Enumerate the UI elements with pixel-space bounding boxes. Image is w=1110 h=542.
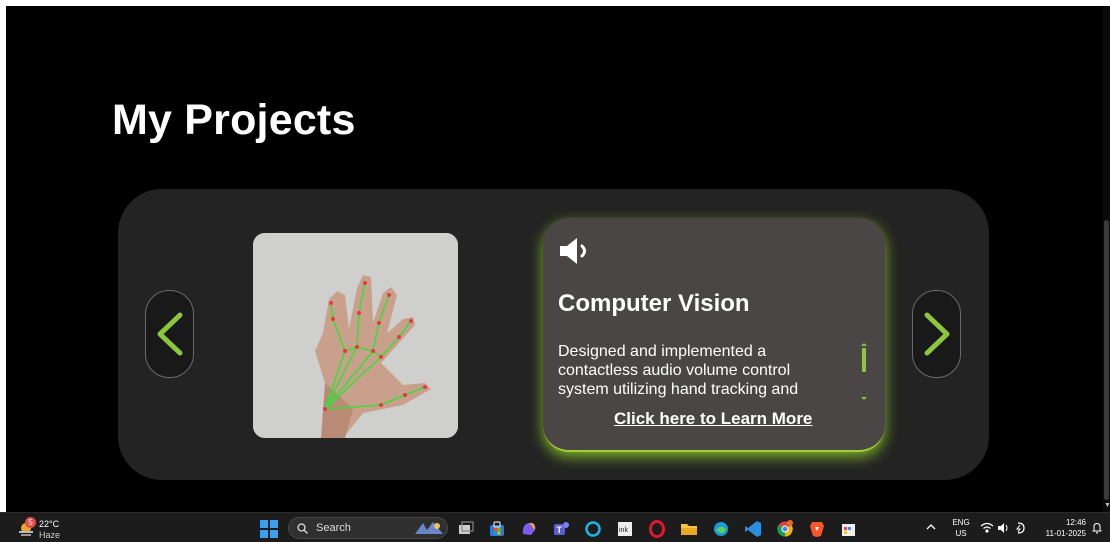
wifi-icon: [980, 522, 994, 533]
task-view-icon[interactable]: [457, 520, 475, 538]
card-scrollbar[interactable]: [861, 343, 867, 401]
learn-more-link[interactable]: Click here to Learn More: [614, 409, 812, 429]
taskbar-clock[interactable]: 12:46 11-01-2025: [1036, 517, 1086, 539]
weather-badge: 5: [25, 517, 36, 528]
window-left-edge: [0, 0, 6, 512]
scroll-down-arrow-icon[interactable]: ▼: [1104, 502, 1110, 509]
carousel-prev-button[interactable]: [145, 290, 194, 378]
weather-widget[interactable]: 5 22°C Haze: [16, 517, 76, 541]
hand-tracking-photo: [253, 233, 458, 438]
window-top-edge: [0, 0, 1110, 6]
carousel-next-button[interactable]: [912, 290, 961, 378]
chrome-icon[interactable]: [776, 520, 794, 538]
windows-taskbar: 5 22°C Haze Search T ink ENG US 12:46 11…: [0, 512, 1110, 542]
page-scrollbar-thumb[interactable]: [1104, 220, 1109, 500]
language-indicator[interactable]: ENG US: [950, 517, 972, 539]
page-title: My Projects: [112, 96, 356, 144]
volume-icon: [998, 523, 1008, 533]
battery-charging-icon: [1016, 522, 1025, 534]
copilot-icon[interactable]: [520, 520, 538, 538]
project-card: Computer Vision Designed and implemented…: [543, 218, 885, 452]
project-image-hand: [253, 233, 458, 438]
show-hidden-icons-chevron-icon[interactable]: [925, 521, 937, 533]
svg-text:ink: ink: [619, 527, 628, 534]
project-card-title: Computer Vision: [558, 290, 750, 317]
projects-carousel: Computer Vision Designed and implemented…: [118, 189, 989, 480]
edge-icon[interactable]: [712, 520, 730, 538]
teams-icon[interactable]: T: [552, 520, 570, 538]
search-placeholder: Search: [316, 522, 351, 534]
project-card-description: Designed and implemented a contactless a…: [558, 343, 799, 398]
vscode-icon[interactable]: [744, 520, 762, 538]
windows-start-button[interactable]: [260, 520, 278, 538]
search-icon: [297, 523, 308, 534]
language-region: US: [955, 529, 967, 538]
notification-bell-icon[interactable]: [1091, 522, 1103, 534]
file-explorer-icon[interactable]: [680, 520, 698, 538]
weather-condition: Haze: [39, 530, 61, 540]
paint-icon[interactable]: [840, 520, 858, 538]
chevron-left-icon: [157, 312, 182, 356]
cortana-icon[interactable]: [584, 520, 602, 538]
search-highlight-icon: [415, 522, 443, 534]
brave-icon[interactable]: [808, 520, 826, 538]
speaker-icon: [560, 238, 586, 264]
taskbar-search-box[interactable]: Search: [288, 517, 448, 539]
svg-text:T: T: [557, 525, 563, 535]
opera-icon[interactable]: [648, 520, 666, 538]
store-icon[interactable]: [488, 520, 506, 538]
weather-temperature: 22°C: [39, 519, 60, 529]
clock-date: 11-01-2025: [1045, 529, 1086, 538]
system-tray-icons[interactable]: [980, 521, 1032, 535]
clock-time: 12:46: [1065, 518, 1086, 527]
language-code: ENG: [952, 518, 970, 527]
ink-icon[interactable]: ink: [616, 520, 634, 538]
chevron-right-icon: [924, 312, 949, 356]
